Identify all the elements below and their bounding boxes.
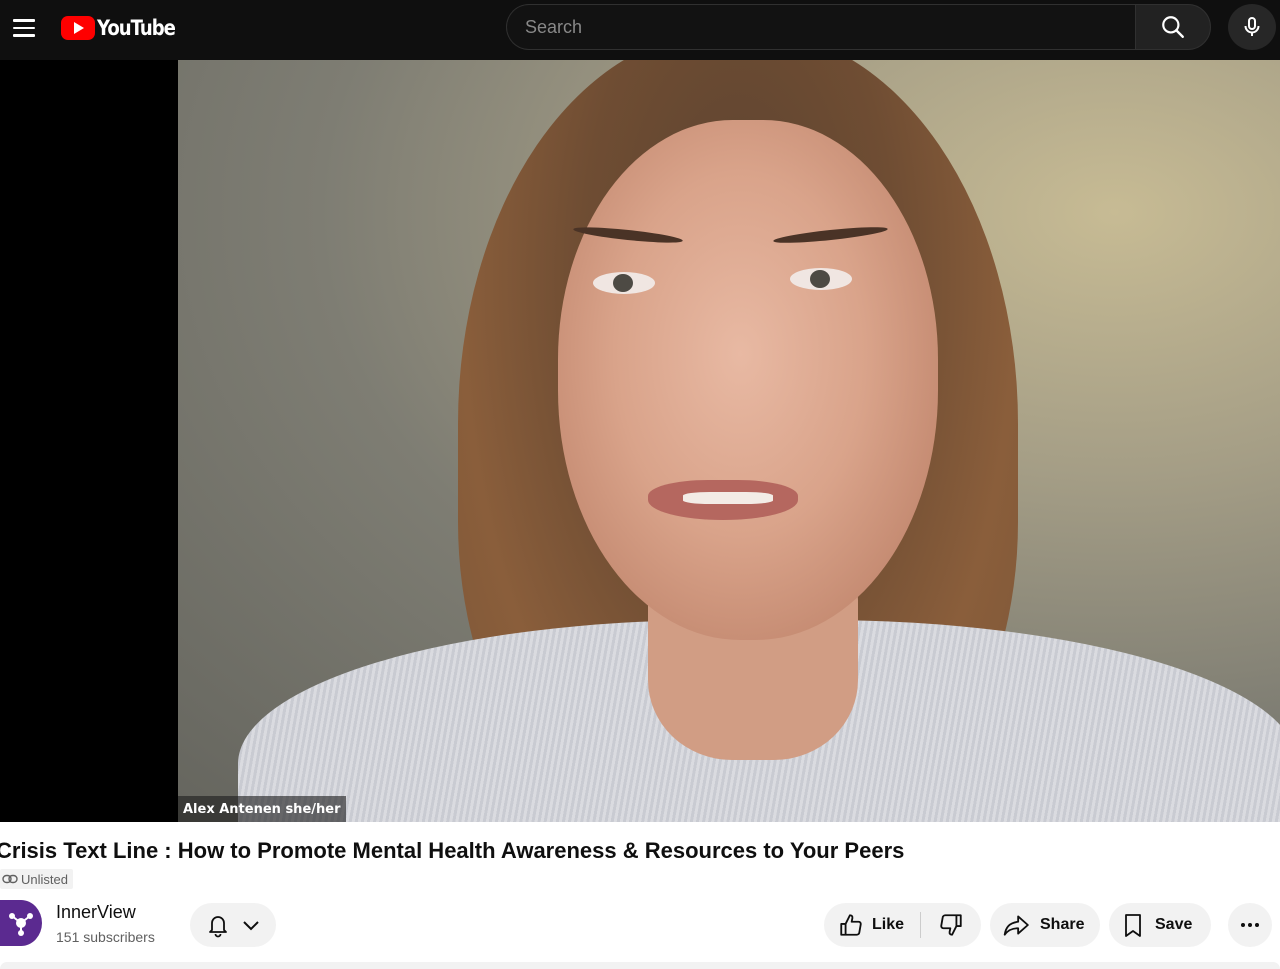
share-button[interactable]: Share: [990, 903, 1100, 947]
top-bar: YouTube: [0, 0, 1280, 60]
chevron-down-icon: [243, 921, 259, 931]
save-button[interactable]: Save: [1109, 903, 1211, 947]
video-subject-eye-right: [790, 268, 852, 290]
bell-icon: [209, 916, 227, 938]
video-frame: [178, 60, 1280, 822]
video-title: Crisis Text Line : How to Promote Mental…: [0, 838, 905, 863]
video-subject-eye-left: [593, 272, 655, 294]
notification-button[interactable]: [190, 903, 276, 947]
mic-icon: [1244, 17, 1260, 36]
search-icon: [1162, 16, 1184, 38]
more-dot: [1248, 923, 1252, 927]
bookmark-icon: [1125, 914, 1141, 937]
video-subject-face: [558, 120, 938, 640]
like-button[interactable]: Like: [824, 903, 920, 947]
video-subject-teeth: [683, 492, 773, 504]
like-label: Like: [872, 916, 905, 933]
youtube-logo[interactable]: YouTube: [61, 14, 188, 42]
link-icon: [2, 874, 18, 884]
youtube-play-icon: [61, 16, 95, 40]
dislike-button[interactable]: [921, 903, 981, 947]
share-icon: [1003, 915, 1029, 936]
search-input[interactable]: [525, 16, 1136, 38]
innerview-logo-icon: [9, 913, 33, 936]
channel-avatar[interactable]: [0, 900, 42, 946]
logo-text: YouTube: [97, 16, 176, 40]
more-dot: [1255, 923, 1259, 927]
subscriber-count: 151 subscribers: [56, 929, 155, 945]
like-dislike-group: Like: [824, 903, 981, 947]
share-label: Share: [1040, 916, 1085, 933]
menu-icon[interactable]: [4, 8, 44, 48]
participant-name-tag: Alex Antenen she/her: [178, 796, 346, 822]
channel-name[interactable]: InnerView: [56, 902, 136, 923]
save-label: Save: [1155, 916, 1193, 933]
more-actions-button[interactable]: [1228, 903, 1272, 947]
thumbs-down-icon: [940, 914, 962, 936]
video-player[interactable]: Alex Antenen she/her: [0, 60, 1280, 822]
more-horizontal-icon: [1241, 923, 1245, 927]
unlisted-label: Unlisted: [21, 871, 68, 887]
search-box[interactable]: [506, 4, 1136, 50]
description-box-edge: [0, 962, 1280, 969]
thumbs-up-icon: [840, 914, 862, 936]
voice-search-button[interactable]: [1228, 4, 1276, 50]
search-button[interactable]: [1135, 4, 1211, 50]
unlisted-badge: Unlisted: [0, 869, 73, 889]
